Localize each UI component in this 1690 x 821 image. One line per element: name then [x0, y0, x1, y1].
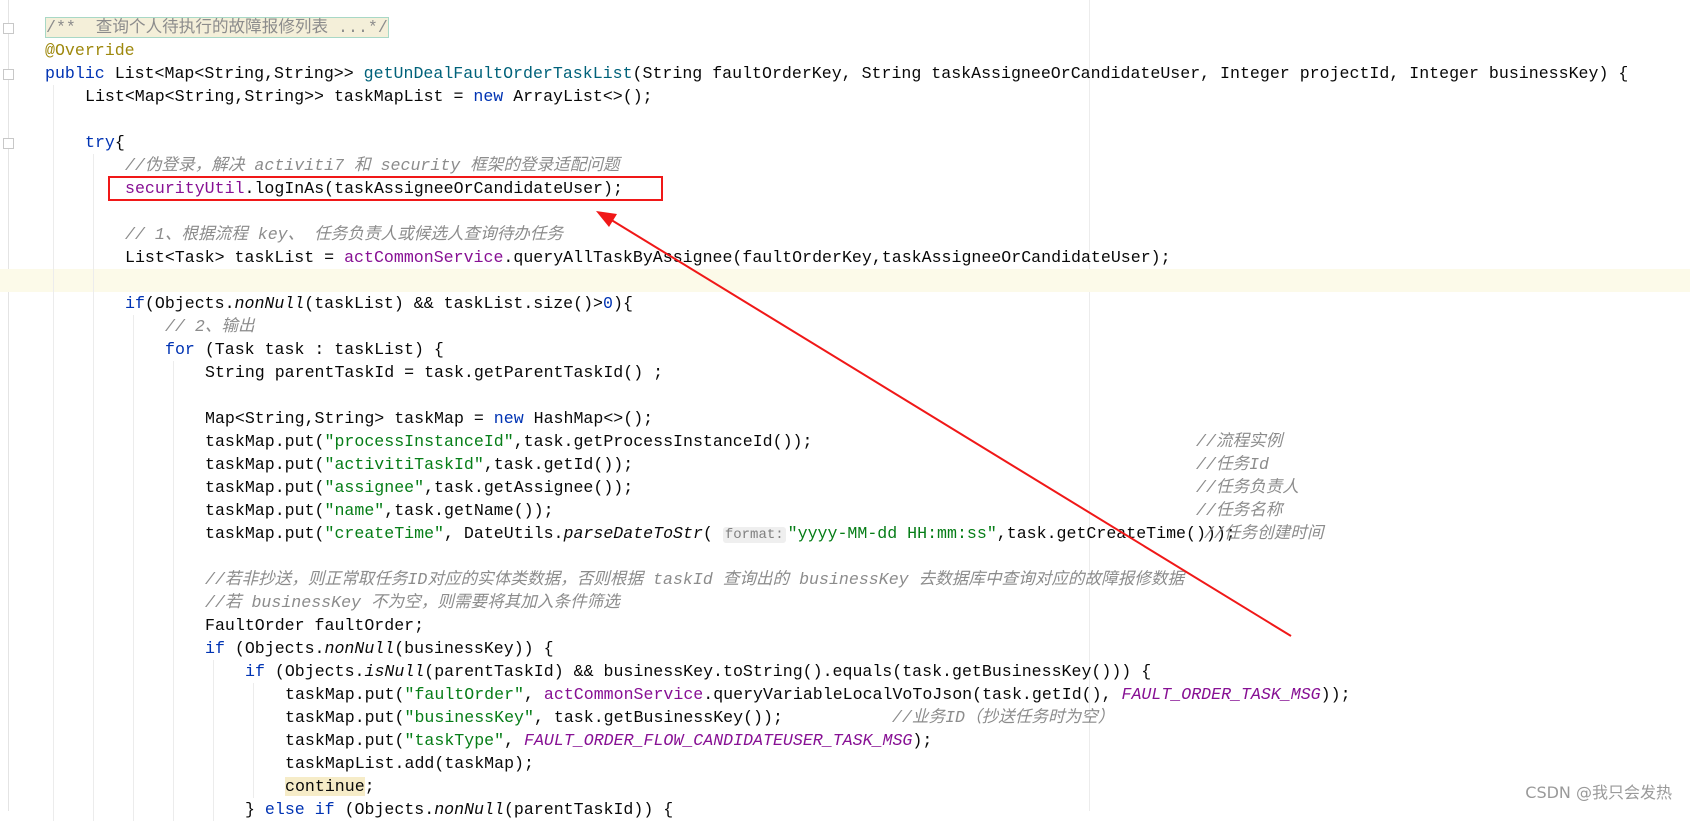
watermark: CSDN @我只会发热: [1525, 783, 1672, 802]
code-editor[interactable]: /** 查询个人待执行的故障报修列表 ...*/@Override public …: [0, 0, 1690, 821]
fold-marker-icon[interactable]: [3, 137, 14, 149]
arrow-line: [599, 212, 1292, 637]
fold-marker-icon[interactable]: [3, 22, 14, 34]
fold-marker-icon[interactable]: [3, 68, 14, 80]
arrow-head: [596, 211, 617, 227]
annotation-arrow: [596, 211, 1292, 637]
